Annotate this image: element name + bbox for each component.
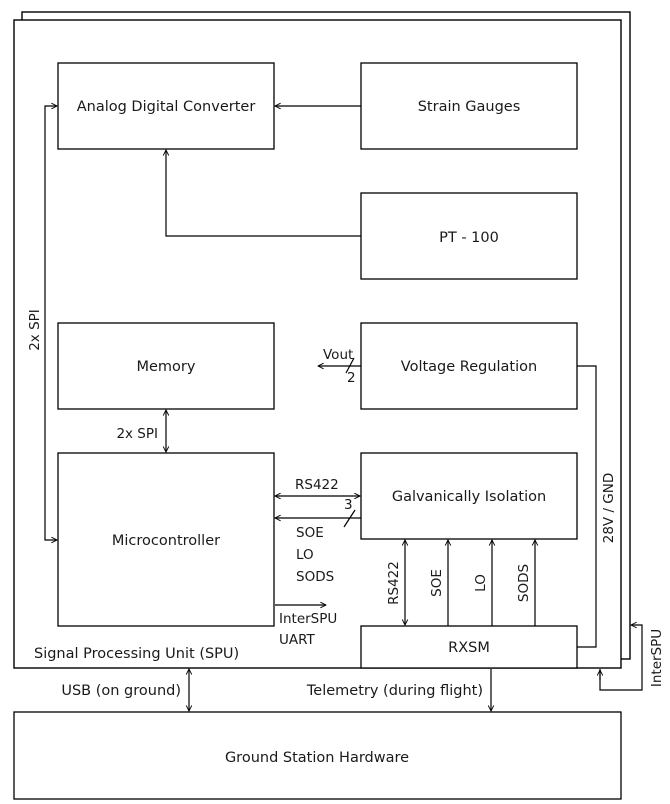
spi-memory-label: 2x SPI (116, 426, 158, 442)
ground-station-label: Ground Station Hardware (225, 750, 409, 766)
memory-block[interactable]: Memory (57, 322, 275, 410)
spu-container-label: Signal Processing Unit (SPU) (34, 646, 239, 662)
spu-block-diagram: Analog Digital Converter Strain Gauges P… (13, 11, 665, 800)
strain-gauges-block[interactable]: Strain Gauges (360, 62, 578, 150)
memory-label: Memory (137, 359, 196, 375)
rxsm-block[interactable]: RXSM (360, 625, 578, 669)
interspu-uart-label-1: InterSPU (279, 611, 337, 627)
pt100-block[interactable]: PT - 100 (360, 192, 578, 280)
microcontroller-label: Microcontroller (112, 533, 220, 549)
lo-label: LO (296, 547, 314, 563)
spi-left-label: 2x SPI (27, 309, 43, 351)
sods-label: SODS (296, 569, 334, 585)
vout-label: Vout (323, 347, 353, 363)
voltage-regulation-block[interactable]: Voltage Regulation (360, 322, 578, 410)
rxsm-label: RXSM (448, 640, 490, 656)
vout-bus-width: 2 (347, 370, 356, 386)
strain-gauges-label: Strain Gauges (418, 99, 521, 115)
ground-station-block[interactable]: Ground Station Hardware (13, 711, 622, 800)
galvanic-isolation-block[interactable]: Galvanically Isolation (360, 452, 578, 540)
adc-label: Analog Digital Converter (77, 99, 256, 115)
interspu-right-label: InterSPU (649, 629, 665, 687)
rs422-mc-label: RS422 (295, 477, 339, 493)
rs422-vertical-label: RS422 (386, 561, 402, 605)
pt100-label: PT - 100 (439, 230, 499, 246)
usb-label: USB (on ground) (61, 683, 181, 699)
lo-vertical-label: LO (473, 574, 489, 592)
galvanic-isolation-label: Galvanically Isolation (392, 489, 546, 505)
microcontroller-block[interactable]: Microcontroller (57, 452, 275, 627)
interspu-uart-label-2: UART (279, 632, 316, 648)
signals-bus-width: 3 (344, 497, 353, 513)
soe-vertical-label: SOE (429, 569, 445, 597)
soe-label: SOE (296, 525, 324, 541)
power-label: 28V / GND (601, 473, 617, 544)
voltage-regulation-label: Voltage Regulation (401, 359, 537, 375)
adc-block[interactable]: Analog Digital Converter (57, 62, 275, 150)
telemetry-label: Telemetry (during flight) (306, 683, 483, 699)
sods-vertical-label: SODS (516, 564, 532, 602)
